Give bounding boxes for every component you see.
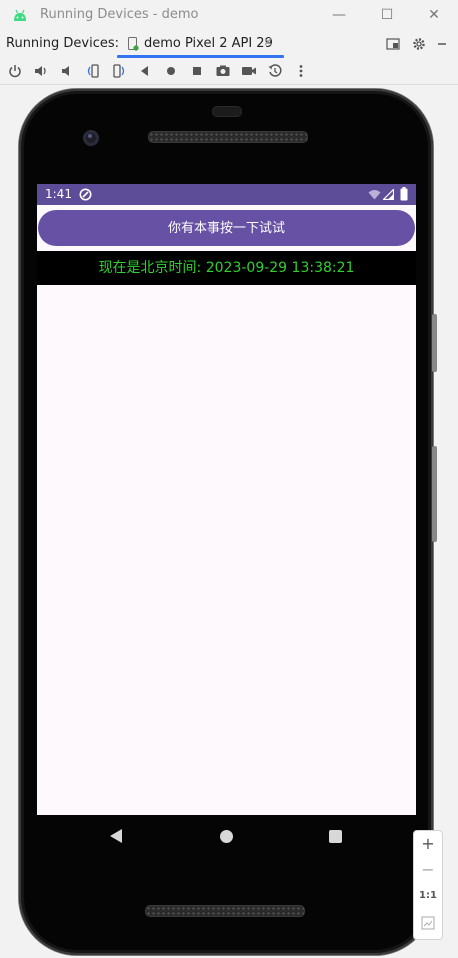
device-toolbar <box>0 58 458 85</box>
phone-power-button <box>432 314 437 372</box>
zoom-actual-size-button[interactable]: 1:1 <box>414 883 442 909</box>
press-me-button[interactable]: 你有本事按一下试试 <box>38 210 415 246</box>
device-screen[interactable]: 1:41 你有本事按一下试试 现在是北京时间: 2023-09-29 13:38… <box>37 184 416 815</box>
button-container: 你有本事按一下试试 <box>37 205 416 251</box>
window-title: Running Devices - demo <box>40 7 199 22</box>
screenshot-icon[interactable] <box>215 63 231 79</box>
zoom-in-button[interactable]: + <box>414 831 442 857</box>
nav-recents-icon[interactable] <box>329 830 342 843</box>
title-bar: Running Devices - demo — ☐ ✕ <box>0 0 458 31</box>
front-camera-icon <box>83 130 99 146</box>
phone-sensor <box>212 106 242 117</box>
signal-icon <box>383 189 394 200</box>
close-window-button[interactable]: ✕ <box>425 5 443 25</box>
more-icon[interactable] <box>293 63 309 79</box>
nav-home-icon[interactable] <box>220 830 233 843</box>
gear-icon[interactable] <box>411 36 427 52</box>
volume-down-icon[interactable] <box>59 63 75 79</box>
phone-volume-button <box>432 446 437 542</box>
back-icon[interactable] <box>137 63 153 79</box>
android-icon <box>14 9 26 21</box>
tab-close-icon[interactable]: ✕ <box>263 35 273 49</box>
volume-up-icon[interactable] <box>33 63 49 79</box>
status-time: 1:41 <box>45 187 72 201</box>
layout-icon[interactable] <box>385 36 401 52</box>
zoom-controls: + − 1:1 <box>413 830 443 940</box>
power-icon[interactable] <box>7 63 23 79</box>
screen-record-icon[interactable] <box>241 63 257 79</box>
fit-screen-icon[interactable] <box>421 916 435 930</box>
battery-icon <box>400 187 408 201</box>
tab-device-label: demo Pixel 2 API 29 <box>144 36 273 51</box>
tool-window-header: Running Devices: demo Pixel 2 API 29 ✕ <box>0 31 458 58</box>
maximize-button[interactable]: ☐ <box>378 5 396 25</box>
beijing-time-text: 现在是北京时间: 2023-09-29 13:38:21 <box>98 260 355 276</box>
android-nav-bar <box>37 815 416 859</box>
phone-speaker-bottom <box>145 905 305 917</box>
minimize-button[interactable]: — <box>330 5 348 25</box>
reset-icon[interactable] <box>267 63 283 79</box>
app-content-area <box>37 285 416 815</box>
android-status-bar: 1:41 <box>37 184 416 205</box>
phone-speaker-top <box>148 131 308 143</box>
tool-window-label: Running Devices: <box>6 36 120 51</box>
zoom-out-button[interactable]: − <box>414 857 442 883</box>
tab-device[interactable]: demo Pixel 2 API 29 ✕ <box>117 31 284 58</box>
wifi-icon <box>368 190 381 200</box>
sync-notification-icon <box>79 188 92 201</box>
minimize-panel-icon[interactable] <box>434 36 450 52</box>
nav-back-icon[interactable] <box>110 829 122 843</box>
overview-icon[interactable] <box>189 63 205 79</box>
rotate-left-icon[interactable] <box>85 63 101 79</box>
home-icon[interactable] <box>163 63 179 79</box>
time-display-bar: 现在是北京时间: 2023-09-29 13:38:21 <box>37 251 416 285</box>
device-icon <box>128 37 139 51</box>
rotate-right-icon[interactable] <box>111 63 127 79</box>
